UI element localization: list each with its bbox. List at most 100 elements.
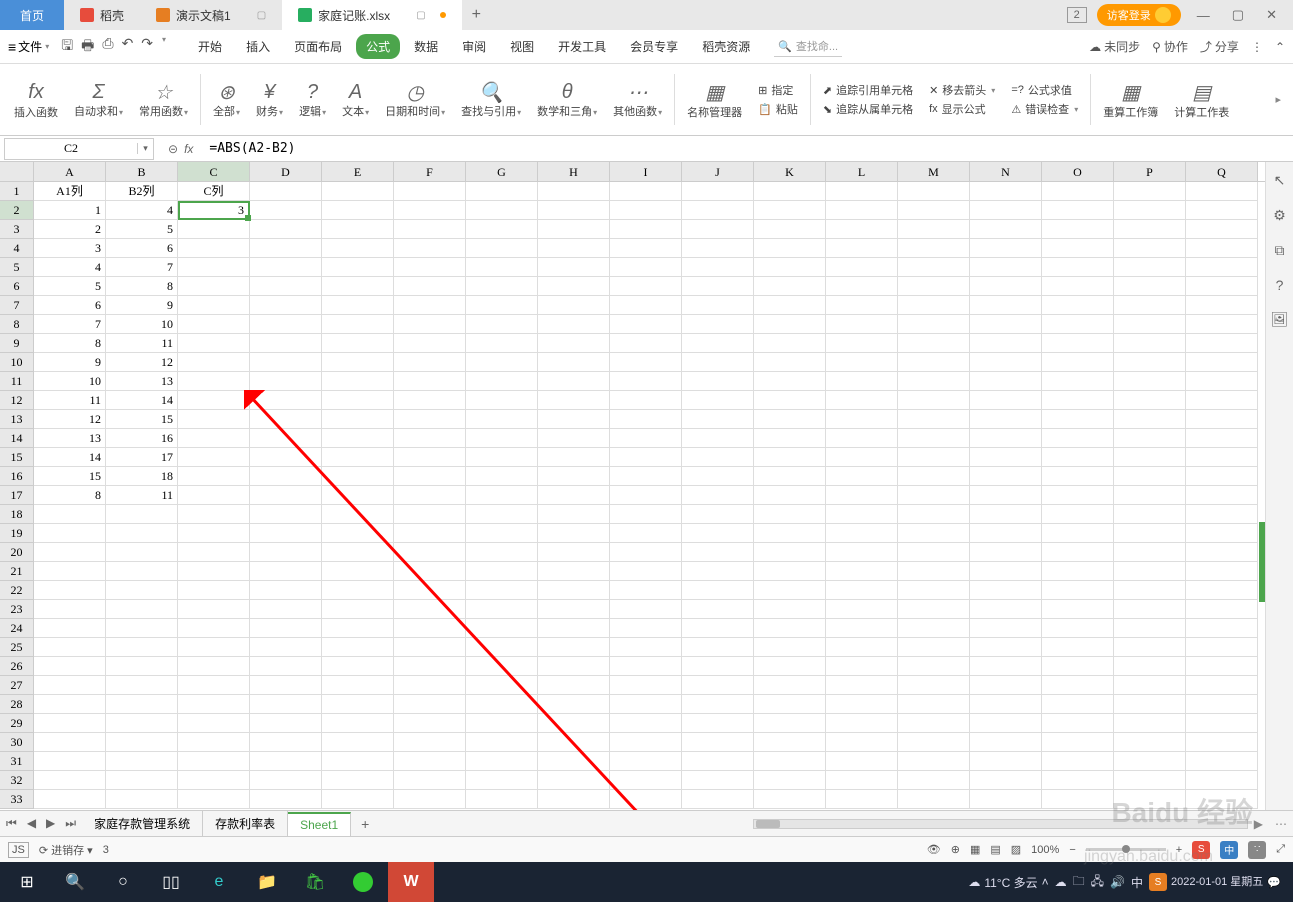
ribbon-datetime[interactable]: ◷日期和时间▾ xyxy=(377,68,453,131)
cell-D18[interactable] xyxy=(250,505,322,524)
row-header-23[interactable]: 23 xyxy=(0,600,34,619)
cell-C2[interactable]: 3 xyxy=(178,201,250,220)
cell-I14[interactable] xyxy=(610,429,682,448)
ribbon-insert-function[interactable]: fx插入函数 xyxy=(6,68,66,131)
command-search[interactable]: 🔍 查找命... xyxy=(774,36,842,57)
cell-O9[interactable] xyxy=(1042,334,1114,353)
cell-F27[interactable] xyxy=(394,676,466,695)
cell-D8[interactable] xyxy=(250,315,322,334)
cell-H29[interactable] xyxy=(538,714,610,733)
cell-A16[interactable]: 15 xyxy=(34,467,106,486)
row-header-17[interactable]: 17 xyxy=(0,486,34,505)
row-header-9[interactable]: 9 xyxy=(0,334,34,353)
cell-N18[interactable] xyxy=(970,505,1042,524)
row-header-27[interactable]: 27 xyxy=(0,676,34,695)
cell-G6[interactable] xyxy=(466,277,538,296)
cell-N25[interactable] xyxy=(970,638,1042,657)
column-header-O[interactable]: O xyxy=(1042,162,1114,181)
cell-C13[interactable] xyxy=(178,410,250,429)
cell-K22[interactable] xyxy=(754,581,826,600)
cell-J5[interactable] xyxy=(682,258,754,277)
cell-D30[interactable] xyxy=(250,733,322,752)
cell-E31[interactable] xyxy=(322,752,394,771)
sogou-tray-icon[interactable]: S xyxy=(1149,873,1167,891)
cell-C18[interactable] xyxy=(178,505,250,524)
cell-A8[interactable]: 7 xyxy=(34,315,106,334)
cell-Q30[interactable] xyxy=(1186,733,1258,752)
sheet-first-icon[interactable]: ⏮ xyxy=(6,816,17,831)
cell-E33[interactable] xyxy=(322,790,394,809)
cell-P4[interactable] xyxy=(1114,239,1186,258)
cell-M19[interactable] xyxy=(898,524,970,543)
cell-K4[interactable] xyxy=(754,239,826,258)
eye-icon[interactable]: 👁 xyxy=(927,843,941,856)
cell-B20[interactable] xyxy=(106,543,178,562)
network-icon[interactable]: 🖧 xyxy=(1091,872,1104,893)
cell-G3[interactable] xyxy=(466,220,538,239)
cell-I15[interactable] xyxy=(610,448,682,467)
cell-M27[interactable] xyxy=(898,676,970,695)
cell-M4[interactable] xyxy=(898,239,970,258)
cell-A29[interactable] xyxy=(34,714,106,733)
cell-N4[interactable] xyxy=(970,239,1042,258)
cell-B4[interactable]: 6 xyxy=(106,239,178,258)
cell-B9[interactable]: 11 xyxy=(106,334,178,353)
cell-A32[interactable] xyxy=(34,771,106,790)
cell-O15[interactable] xyxy=(1042,448,1114,467)
cell-N9[interactable] xyxy=(970,334,1042,353)
cell-L19[interactable] xyxy=(826,524,898,543)
cell-P8[interactable] xyxy=(1114,315,1186,334)
notification-icon[interactable]: 💬 xyxy=(1267,876,1281,889)
cell-C23[interactable] xyxy=(178,600,250,619)
cell-M16[interactable] xyxy=(898,467,970,486)
cell-O24[interactable] xyxy=(1042,619,1114,638)
ribbon-remove-arrows[interactable]: ✕ 移去箭头▾ xyxy=(929,82,995,98)
scroll-right-icon[interactable]: ▶ xyxy=(1248,817,1269,831)
cell-K11[interactable] xyxy=(754,372,826,391)
cell-F11[interactable] xyxy=(394,372,466,391)
cell-O10[interactable] xyxy=(1042,353,1114,372)
cell-C6[interactable] xyxy=(178,277,250,296)
cell-J15[interactable] xyxy=(682,448,754,467)
ribbon-other[interactable]: ⋯其他函数▾ xyxy=(605,68,670,131)
cell-H26[interactable] xyxy=(538,657,610,676)
cell-I20[interactable] xyxy=(610,543,682,562)
cell-D29[interactable] xyxy=(250,714,322,733)
cell-D7[interactable] xyxy=(250,296,322,315)
cell-C9[interactable] xyxy=(178,334,250,353)
cell-K24[interactable] xyxy=(754,619,826,638)
cell-A15[interactable]: 14 xyxy=(34,448,106,467)
cell-E19[interactable] xyxy=(322,524,394,543)
cell-C14[interactable] xyxy=(178,429,250,448)
cell-C10[interactable] xyxy=(178,353,250,372)
cell-B11[interactable]: 13 xyxy=(106,372,178,391)
cell-H24[interactable] xyxy=(538,619,610,638)
cell-L26[interactable] xyxy=(826,657,898,676)
cell-Q5[interactable] xyxy=(1186,258,1258,277)
cell-P2[interactable] xyxy=(1114,201,1186,220)
cell-G26[interactable] xyxy=(466,657,538,676)
cell-E28[interactable] xyxy=(322,695,394,714)
cell-Q22[interactable] xyxy=(1186,581,1258,600)
cell-M23[interactable] xyxy=(898,600,970,619)
cell-L23[interactable] xyxy=(826,600,898,619)
cell-N10[interactable] xyxy=(970,353,1042,372)
ribbon-recalc-sheet[interactable]: ▤计算工作表 xyxy=(1166,68,1237,131)
cell-J16[interactable] xyxy=(682,467,754,486)
share-button[interactable]: ⤴分享 xyxy=(1200,38,1239,55)
close-button[interactable]: ✕ xyxy=(1260,7,1283,23)
cell-O19[interactable] xyxy=(1042,524,1114,543)
cell-P27[interactable] xyxy=(1114,676,1186,695)
cell-J27[interactable] xyxy=(682,676,754,695)
cell-G5[interactable] xyxy=(466,258,538,277)
cell-N33[interactable] xyxy=(970,790,1042,809)
cell-K6[interactable] xyxy=(754,277,826,296)
cell-O12[interactable] xyxy=(1042,391,1114,410)
menu-formula[interactable]: 公式 xyxy=(356,34,400,59)
cell-H23[interactable] xyxy=(538,600,610,619)
cell-B7[interactable]: 9 xyxy=(106,296,178,315)
cell-N17[interactable] xyxy=(970,486,1042,505)
cell-M3[interactable] xyxy=(898,220,970,239)
cell-I17[interactable] xyxy=(610,486,682,505)
cell-Q20[interactable] xyxy=(1186,543,1258,562)
